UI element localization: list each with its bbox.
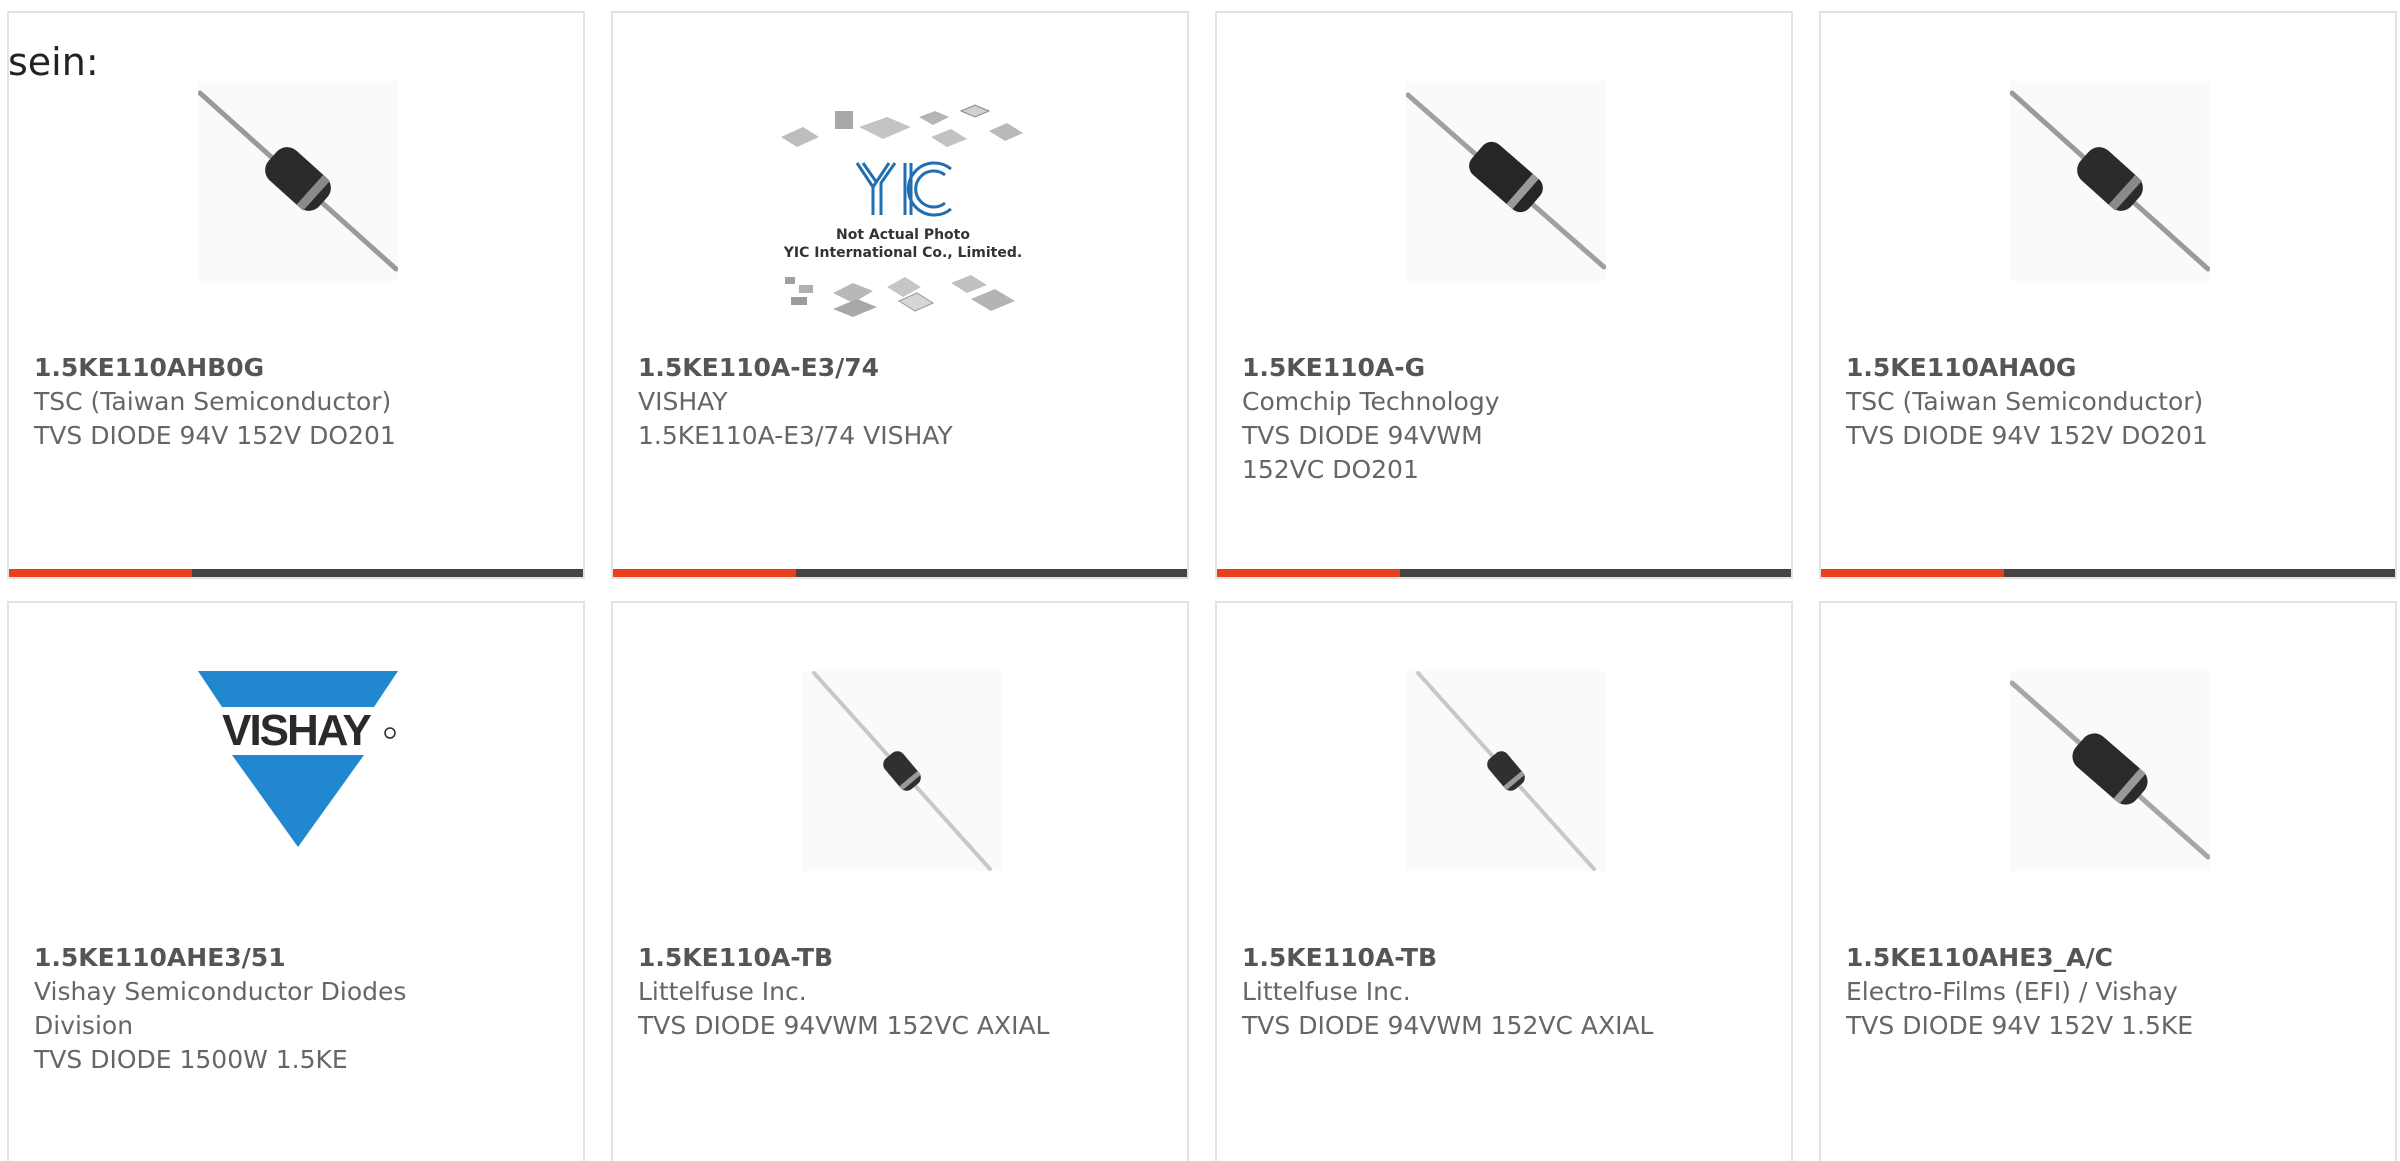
product-info: 1.5KE110A-TB Littelfuse Inc. TVS DIODE 9… xyxy=(638,941,1068,1043)
product-card[interactable]: 1.5KE110AHE3_A/C Electro-Films (EFI) / V… xyxy=(1819,601,2397,1161)
product-info: 1.5KE110AHE3_A/C Electro-Films (EFI) / V… xyxy=(1846,941,2276,1043)
axial-diode-icon xyxy=(2010,81,2210,281)
card-accent-bar xyxy=(1821,569,2004,577)
svg-text:VISHAY: VISHAY xyxy=(222,706,371,755)
card-accent-bar xyxy=(9,569,192,577)
card-bottom-bar xyxy=(9,569,583,577)
product-image[interactable] xyxy=(2010,671,2210,871)
product-image[interactable]: VISHAY xyxy=(198,671,398,871)
manufacturer: Comchip Technology xyxy=(1242,387,1500,416)
axial-diode-icon xyxy=(198,81,398,281)
description: TVS DIODE 94V 152V DO201 xyxy=(34,421,396,450)
description: TVS DIODE 94V 152V DO201 xyxy=(1846,421,2208,450)
product-card[interactable]: 1.5KE110AHB0G TSC (Taiwan Semiconductor)… xyxy=(7,11,585,579)
card-bottom-bar xyxy=(1217,569,1791,577)
product-image[interactable] xyxy=(802,671,1002,871)
product-card[interactable]: 1.5KE110A-TB Littelfuse Inc. TVS DIODE 9… xyxy=(1215,601,1793,1161)
description: TVS DIODE 94VWM 152VC AXIAL xyxy=(1242,1011,1654,1040)
small-axial-diode-icon xyxy=(802,671,1002,871)
part-number-link[interactable]: 1.5KE110AHE3/51 xyxy=(34,941,464,975)
product-results-page: sein: 1.5KE110AHB0G TSC (Taiwan Semicond… xyxy=(0,0,2400,1161)
description: TVS DIODE 94V 152V 1.5KE xyxy=(1846,1011,2194,1040)
card-accent-bar xyxy=(613,569,796,577)
manufacturer: VISHAY xyxy=(638,387,728,416)
part-number-link[interactable]: 1.5KE110AHE3_A/C xyxy=(1846,941,2276,975)
card-accent-bar xyxy=(1217,569,1400,577)
vishay-logo: VISHAY xyxy=(198,671,398,847)
part-number-link[interactable]: 1.5KE110A-TB xyxy=(1242,941,1672,975)
manufacturer: Vishay Semiconductor Diodes Division xyxy=(34,977,407,1040)
product-image[interactable] xyxy=(1406,671,1606,871)
product-image[interactable] xyxy=(198,81,398,281)
product-image[interactable] xyxy=(2010,81,2210,281)
product-info: 1.5KE110A-E3/74 VISHAY 1.5KE110A-E3/74 V… xyxy=(638,351,1068,453)
product-card[interactable]: 1.5KE110A-G Comchip Technology TVS DIODE… xyxy=(1215,11,1793,579)
product-info: 1.5KE110A-TB Littelfuse Inc. TVS DIODE 9… xyxy=(1242,941,1672,1043)
manufacturer: TSC (Taiwan Semiconductor) xyxy=(34,387,392,416)
product-info: 1.5KE110A-G Comchip Technology TVS DIODE… xyxy=(1242,351,1672,487)
small-axial-diode-icon xyxy=(1406,671,1606,871)
axial-diode-icon xyxy=(2010,671,2210,871)
product-info: 1.5KE110AHA0G TSC (Taiwan Semiconductor)… xyxy=(1846,351,2276,453)
manufacturer: TSC (Taiwan Semiconductor) xyxy=(1846,387,2204,416)
part-number-link[interactable]: 1.5KE110A-TB xyxy=(638,941,1068,975)
description: TVS DIODE 1500W 1.5KE xyxy=(34,1045,348,1074)
intro-text: sein: xyxy=(8,40,99,84)
product-info: 1.5KE110AHE3/51 Vishay Semiconductor Dio… xyxy=(34,941,464,1077)
yic-placeholder-image: Not Actual Photo YIC International Co., … xyxy=(781,104,1023,317)
card-bottom-bar xyxy=(1821,569,2395,577)
manufacturer: Littelfuse Inc. xyxy=(1242,977,1411,1006)
card-bottom-bar xyxy=(613,569,1187,577)
product-image[interactable] xyxy=(1406,81,1606,281)
product-info: 1.5KE110AHB0G TSC (Taiwan Semiconductor)… xyxy=(34,351,464,453)
description: 1.5KE110A-E3/74 VISHAY xyxy=(638,421,953,450)
placeholder-note: Not Actual Photo xyxy=(836,227,970,243)
product-card[interactable]: 1.5KE110AHA0G TSC (Taiwan Semiconductor)… xyxy=(1819,11,2397,579)
part-number-link[interactable]: 1.5KE110AHA0G xyxy=(1846,351,2276,385)
product-card[interactable]: Not Actual Photo YIC International Co., … xyxy=(611,11,1189,579)
description: TVS DIODE 94VWM 152VC AXIAL xyxy=(638,1011,1050,1040)
description: TVS DIODE 94VWM 152VC DO201 xyxy=(1242,421,1483,484)
product-image[interactable]: Not Actual Photo YIC International Co., … xyxy=(761,97,1045,321)
manufacturer: Electro-Films (EFI) / Vishay xyxy=(1846,977,2178,1006)
part-number-link[interactable]: 1.5KE110AHB0G xyxy=(34,351,464,385)
part-number-link[interactable]: 1.5KE110A-E3/74 xyxy=(638,351,1068,385)
part-number-link[interactable]: 1.5KE110A-G xyxy=(1242,351,1672,385)
product-card[interactable]: 1.5KE110A-TB Littelfuse Inc. TVS DIODE 9… xyxy=(611,601,1189,1161)
axial-diode-icon xyxy=(1406,81,1606,281)
product-card[interactable]: VISHAY 1.5KE110AHE3/51 Vishay Semiconduc… xyxy=(7,601,585,1161)
placeholder-company: YIC International Co., Limited. xyxy=(783,245,1022,261)
manufacturer: Littelfuse Inc. xyxy=(638,977,807,1006)
